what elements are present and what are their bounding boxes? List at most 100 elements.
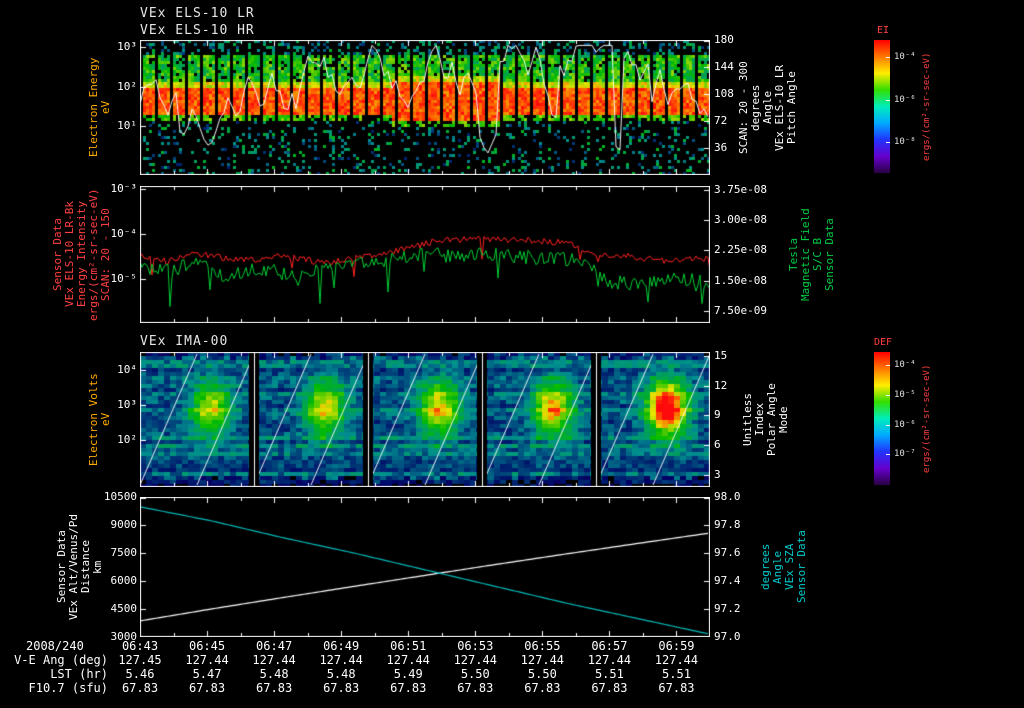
els-energy-spectrogram-canvas [140, 40, 710, 175]
table-cell: 67.83 [188, 681, 226, 695]
colorbar-tick-mark [886, 454, 890, 456]
panel-left-label: Sensor Data VEx ELS-10 LR-Bk Energy Intens… [51, 186, 112, 323]
axis-title-line: Sensor Data [795, 530, 808, 604]
colorbar-tick-label: 10⁻⁸ [894, 137, 916, 148]
axis-title-line: degrees [749, 84, 762, 131]
vex-quicklook-window: VEx ELS-10 LR VEx ELS-10 HR VEx IMA-00 1… [0, 0, 1024, 708]
colorbar-tick-mark [886, 57, 890, 59]
time-tick-label: 06:43 [121, 639, 159, 653]
table-cell: 127.44 [252, 653, 296, 667]
table-cell: 5.46 [125, 667, 155, 681]
ima-spectrogram-canvas [140, 352, 710, 487]
panel-left-label: Electron Energy eV [87, 40, 112, 175]
time-tick-label: 06:51 [390, 639, 427, 653]
axis-title-line: Unitless [741, 393, 754, 446]
panel3-title: VEx IMA-00 [140, 334, 229, 349]
ephemeris-lines-canvas [140, 497, 710, 637]
table-cell: 5.51 [662, 667, 691, 681]
date-label: 2008/240 [26, 639, 84, 653]
table-cell: 5.48 [259, 667, 289, 681]
panel-right-label: Sensor Data S/C B Magnetic Field Tesla [787, 186, 836, 323]
table-row-label: LST (hr) [50, 667, 108, 681]
axis-title-line: VEx SZA [783, 543, 796, 591]
axis-title-line: Angle [761, 90, 774, 125]
panel-right-label: Mode Polar Angle Index Unitless [741, 352, 790, 487]
panel-right-label: Sensor Data VEx SZA Angle degrees [759, 497, 808, 637]
colorbar-tick-mark [886, 142, 890, 144]
panel1-title-line1: VEx ELS-10 LR [140, 6, 255, 21]
colorbar-units-label: ergs/(cm²-sr-sec-eV) [922, 364, 932, 473]
panel-left-label: Electron Volts eV [87, 352, 112, 487]
table-cell: 5.51 [594, 667, 624, 681]
table-cell: 67.83 [524, 681, 561, 695]
time-tick-label: 06:49 [323, 639, 360, 653]
axis-title-line: Magnetic Field [799, 208, 812, 301]
axis-title-line: SCAN: 20 - 300 [737, 61, 750, 154]
axis-title-line: eV [99, 412, 112, 427]
panel1-title-line2: VEx ELS-10 HR [140, 23, 255, 38]
time-tick-label: 06:59 [658, 639, 695, 653]
axis-title-line: Pitch Angle [785, 71, 798, 144]
panel-left-label: Sensor Data VEx Alt/Venus/Pd Distance km [55, 497, 104, 637]
time-tick-label: 06:53 [457, 639, 494, 653]
table-cell: 127.44 [319, 653, 363, 667]
table-cell: 5.47 [192, 667, 222, 681]
axis-title-line: Angle [771, 550, 784, 584]
colorbar-tick-label: 10⁻⁷ [894, 449, 916, 460]
els-intensity-lines-canvas [140, 186, 710, 323]
table-cell: 127.44 [654, 653, 699, 667]
axis-title-line: S/C B [811, 237, 824, 272]
colorbar-gradient [874, 40, 890, 173]
colorbar-tick-mark [886, 394, 890, 396]
table-cell: 67.83 [121, 681, 159, 695]
axis-title-line: eV [99, 100, 112, 115]
table-cell: 127.45 [118, 653, 162, 667]
table-cell: 127.44 [185, 653, 229, 667]
colorbar-tick-label: 10⁻⁵ [894, 389, 916, 400]
table-cell: 127.44 [587, 653, 632, 667]
colorbar-tick-mark [886, 99, 890, 101]
axis-tick-label: 3.75e-08 [714, 183, 767, 197]
axis-title-line: SCAN: 20 - 150 [99, 208, 112, 301]
colorbar-title: DEF [873, 337, 893, 348]
table-cell: 127.44 [386, 653, 430, 667]
colorbar-tick-mark [886, 425, 890, 427]
table-cell: 67.83 [591, 681, 628, 695]
colorbar-tick-mark [886, 365, 890, 367]
colorbar-tick-label: 10⁻⁴ [894, 360, 916, 371]
colorbar-title: EI [876, 25, 890, 36]
axis-title-line: Index [753, 402, 766, 437]
axis-title-line: Tesla [787, 237, 800, 272]
axis-title-line: degrees [759, 543, 772, 591]
table-cell: 127.44 [453, 653, 497, 667]
colorbar-units-label: ergs/(cm²-sr-sec-eV) [922, 52, 932, 161]
table-row-label: F10.7 (sfu) [28, 681, 108, 695]
table-cell: 67.83 [658, 681, 695, 695]
time-tick-label: 06:57 [591, 639, 628, 653]
axis-tick-label: 7.50e-09 [714, 303, 767, 317]
axis-title-line: VEx ELS-10 LR [773, 64, 786, 151]
colorbar-gradient [874, 352, 890, 485]
table-cell: 127.44 [520, 653, 565, 667]
axis-tick-label: 3.00e-08 [714, 213, 767, 227]
axis-tick-label: 1.50e-08 [714, 273, 767, 287]
axis-title-line: Sensor Data [823, 218, 836, 291]
table-cell: 67.83 [457, 681, 494, 695]
time-tick-label: 06:47 [256, 639, 293, 653]
table-row-label: V-E Ang (deg) [14, 653, 108, 667]
axis-title-line: Mode [777, 406, 790, 433]
axis-title-line: km [91, 560, 104, 574]
colorbar-tick-label: 10⁻⁴ [894, 52, 916, 63]
table-cell: 67.83 [323, 681, 360, 695]
colorbar-tick-label: 10⁻⁶ [894, 94, 916, 105]
table-cell: 5.49 [393, 667, 423, 681]
axis-title-line: Polar Angle [765, 383, 778, 456]
table-cell: 67.83 [390, 681, 427, 695]
table-cell: 5.48 [326, 667, 356, 681]
axis-tick-label: 2.25e-08 [714, 243, 767, 257]
table-cell: 5.50 [527, 667, 557, 681]
panel-right-label: Pitch Angle VEx ELS-10 LR Angle degrees SCAN… [737, 40, 798, 175]
colorbar-tick-label: 10⁻⁶ [894, 420, 916, 431]
time-tick-label: 06:55 [524, 639, 561, 653]
table-cell: 67.83 [256, 681, 293, 695]
